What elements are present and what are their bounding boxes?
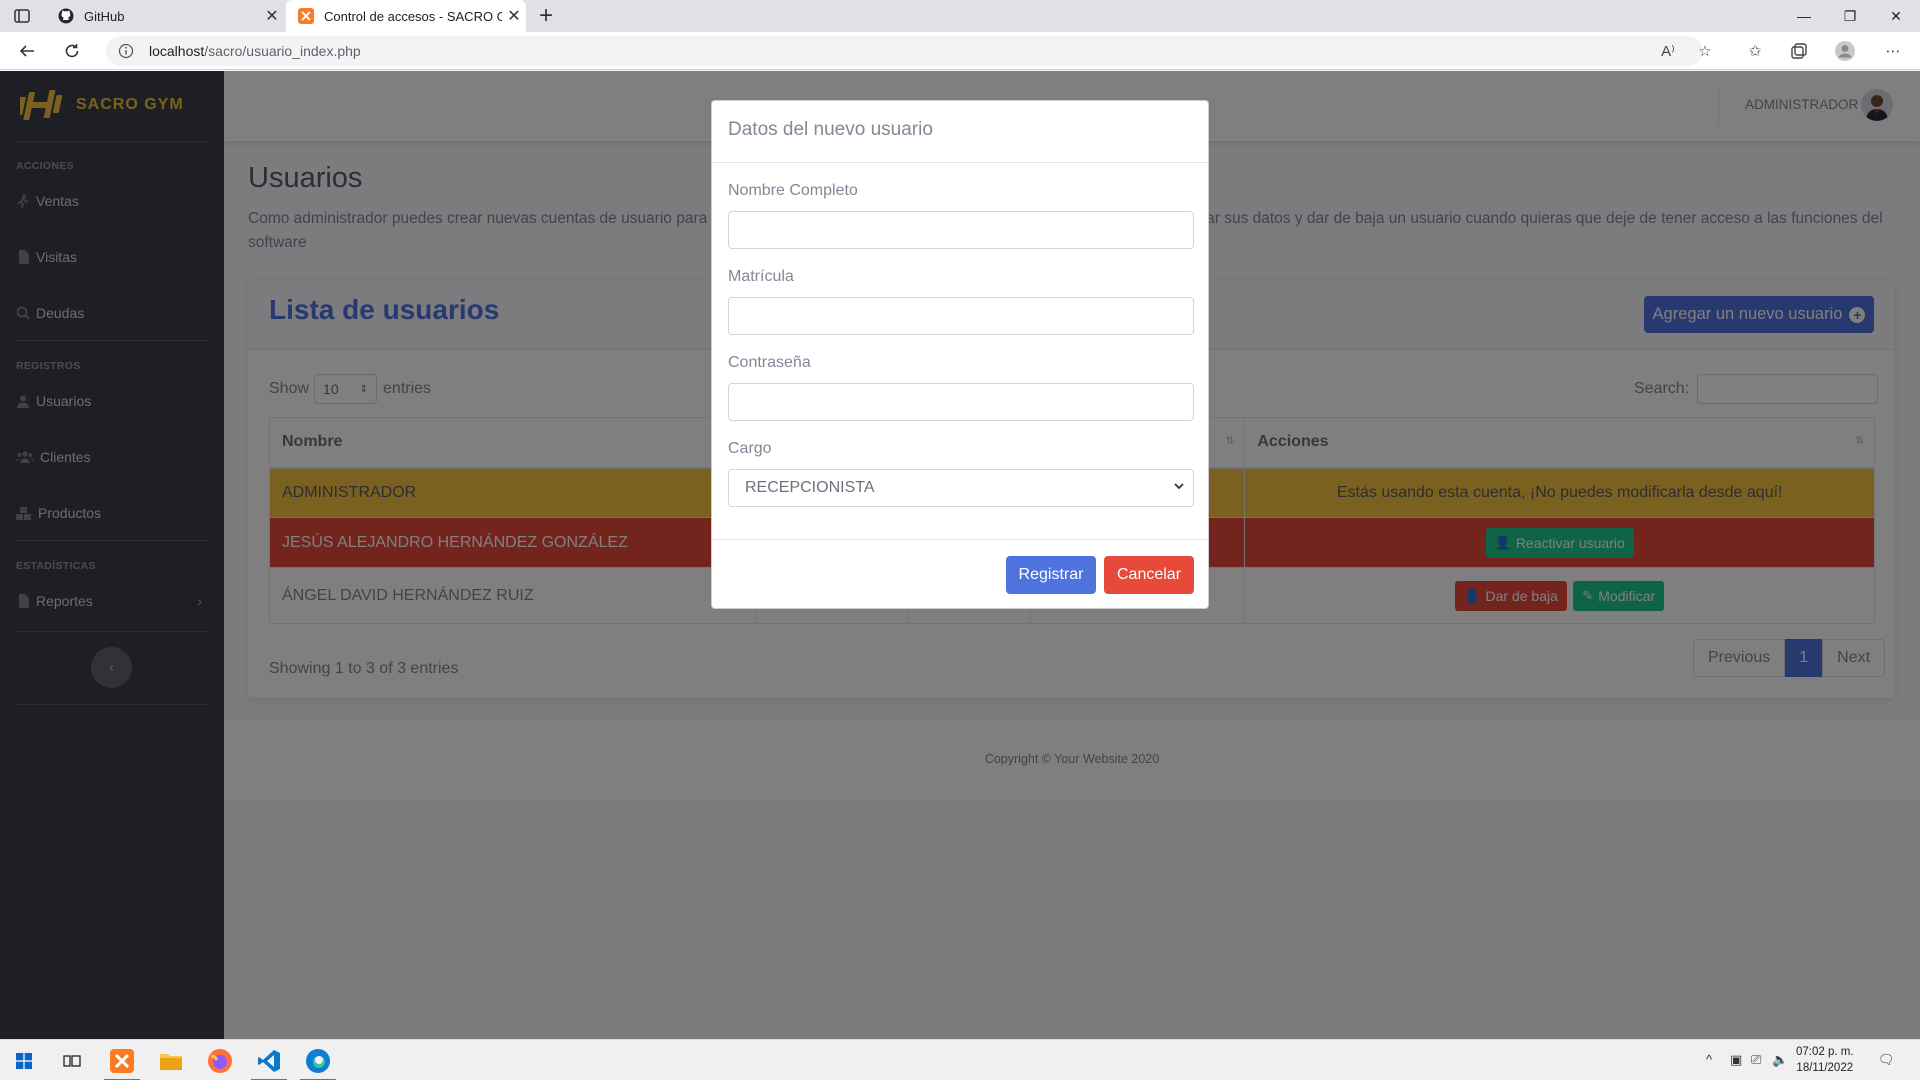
url-field[interactable]: localhost/sacro/usuario_index.php: [106, 36, 1703, 66]
modal-header-divider: [712, 162, 1208, 163]
chevron-down-icon: [1173, 479, 1185, 497]
tab-sacro-gym[interactable]: Control de accesos - SACRO GYM ✕: [286, 0, 526, 32]
close-tab-icon[interactable]: ✕: [260, 6, 284, 26]
read-aloud-icon[interactable]: A⁾: [1657, 40, 1679, 62]
cargo-label: Cargo: [728, 440, 772, 457]
xampp-icon: [298, 8, 314, 24]
edge-icon[interactable]: [294, 1040, 342, 1080]
tab-title: Control de accesos - SACRO GYM: [324, 8, 502, 24]
register-button[interactable]: Registrar: [1006, 556, 1096, 594]
github-icon: [58, 8, 74, 24]
clock-time: 07:02 p. m.: [1796, 1046, 1854, 1058]
windows-taskbar: ^ ▣ ⎚ 🔈 07:02 p. m. 18/11/2022 🗨: [0, 1039, 1920, 1080]
windows-start-icon[interactable]: [0, 1040, 48, 1080]
close-window-button[interactable]: ✕: [1873, 0, 1919, 32]
modal-footer-divider: [712, 539, 1208, 540]
reload-icon[interactable]: [60, 39, 84, 63]
system-clock[interactable]: 07:02 p. m. 18/11/2022: [1796, 1044, 1854, 1076]
volume-icon[interactable]: 🔈: [1772, 1052, 1788, 1068]
browser-tab-bar: GitHub ✕ Control de accesos - SACRO GYM …: [0, 0, 1920, 32]
browser-address-bar: localhost/sacro/usuario_index.php A⁾ ☆ ✩…: [0, 32, 1920, 70]
tab-title: GitHub: [84, 8, 125, 24]
info-icon[interactable]: [118, 43, 134, 64]
password-field[interactable]: [728, 383, 1194, 421]
back-icon[interactable]: [15, 39, 39, 63]
new-tab-button[interactable]: +: [533, 3, 559, 29]
nombre-field[interactable]: [728, 211, 1194, 249]
cargo-select[interactable]: RECEPCIONISTA: [728, 469, 1194, 507]
network-icon[interactable]: ⎚: [1751, 1052, 1761, 1068]
new-user-modal: Datos del nuevo usuario Nombre Completo …: [711, 100, 1209, 609]
file-explorer-icon[interactable]: [147, 1040, 195, 1080]
notifications-icon[interactable]: 🗨: [1878, 1052, 1895, 1068]
cargo-value: RECEPCIONISTA: [745, 479, 875, 496]
restore-button[interactable]: ❐: [1827, 0, 1873, 32]
cancel-button[interactable]: Cancelar: [1104, 556, 1194, 594]
tab-github[interactable]: GitHub ✕: [46, 0, 284, 32]
matricula-field[interactable]: [728, 297, 1194, 335]
add-favorite-icon[interactable]: ☆: [1694, 40, 1716, 62]
collections-icon[interactable]: [1788, 40, 1810, 62]
vscode-icon[interactable]: [245, 1040, 293, 1080]
modal-title: Datos del nuevo usuario: [728, 119, 933, 140]
close-tab-icon[interactable]: ✕: [502, 6, 526, 26]
xampp-taskbar-icon[interactable]: [98, 1040, 146, 1080]
task-view-icon[interactable]: [48, 1040, 96, 1080]
matricula-label: Matrícula: [728, 268, 794, 285]
clock-date: 18/11/2022: [1796, 1062, 1854, 1074]
more-menu-icon[interactable]: ⋯: [1882, 40, 1904, 62]
tray-chevron-up-icon[interactable]: ^: [1706, 1052, 1712, 1067]
tray-device-icon[interactable]: ▣: [1730, 1052, 1742, 1068]
favorites-icon[interactable]: ✩: [1744, 40, 1766, 62]
tab-actions-icon[interactable]: [13, 7, 31, 25]
profile-icon[interactable]: [1834, 40, 1856, 62]
url-text: localhost/sacro/usuario_index.php: [149, 43, 361, 59]
nombre-label: Nombre Completo: [728, 182, 858, 199]
password-label: Contraseña: [728, 354, 811, 371]
firefox-icon[interactable]: [196, 1040, 244, 1080]
minimize-button[interactable]: —: [1781, 0, 1827, 32]
